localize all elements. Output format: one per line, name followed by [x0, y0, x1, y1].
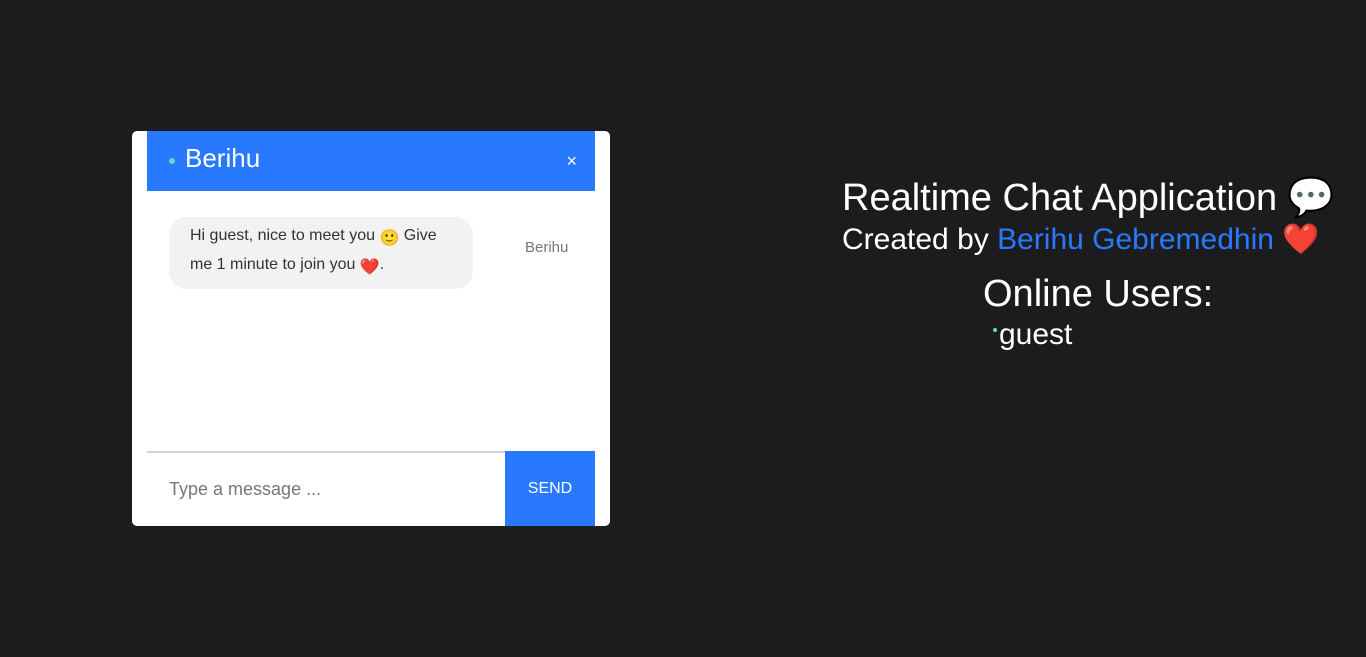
message-input[interactable] [147, 453, 505, 526]
app-title-text: Realtime Chat Application [842, 177, 1278, 219]
online-status-icon [169, 158, 175, 164]
online-users-title: Online Users: [983, 273, 1214, 315]
message-list: Hi guest, nice to meet you 🙂 Give me 1 m… [147, 191, 595, 452]
online-user-item: guest [993, 318, 1072, 352]
message-bubble: Hi guest, nice to meet you 🙂 Give me 1 m… [169, 217, 473, 289]
online-user-name: guest [999, 318, 1073, 351]
heart-icon: ❤️ [1282, 223, 1320, 256]
close-button[interactable]: × [566, 151, 577, 171]
page-title: Realtime Chat Application 💬 [842, 176, 1334, 220]
speech-bubble-icon: 💬 [1287, 177, 1335, 219]
credit-prefix: Created by [842, 223, 989, 256]
chat-header: Berihu × [147, 131, 595, 191]
smile-emoji-icon: 🙂 [379, 230, 400, 247]
send-button[interactable]: SEND [505, 451, 595, 526]
chat-contact-name: Berihu [185, 143, 261, 173]
message-text: Hi guest, nice to meet you [190, 227, 375, 244]
chat-window: Berihu × Hi guest, nice to meet you 🙂 Gi… [132, 131, 610, 526]
heart-emoji-icon: ❤️ [359, 259, 380, 276]
online-users-list: guest [993, 318, 1072, 352]
message-sender: Berihu [525, 239, 569, 256]
credit-line: Created by Berihu Gebremedhin ❤️ [842, 223, 1320, 257]
message-text: . [379, 256, 385, 273]
message-input-bar: SEND [147, 451, 595, 526]
online-status-icon [993, 328, 997, 332]
author-link[interactable]: Berihu Gebremedhin [997, 223, 1274, 256]
